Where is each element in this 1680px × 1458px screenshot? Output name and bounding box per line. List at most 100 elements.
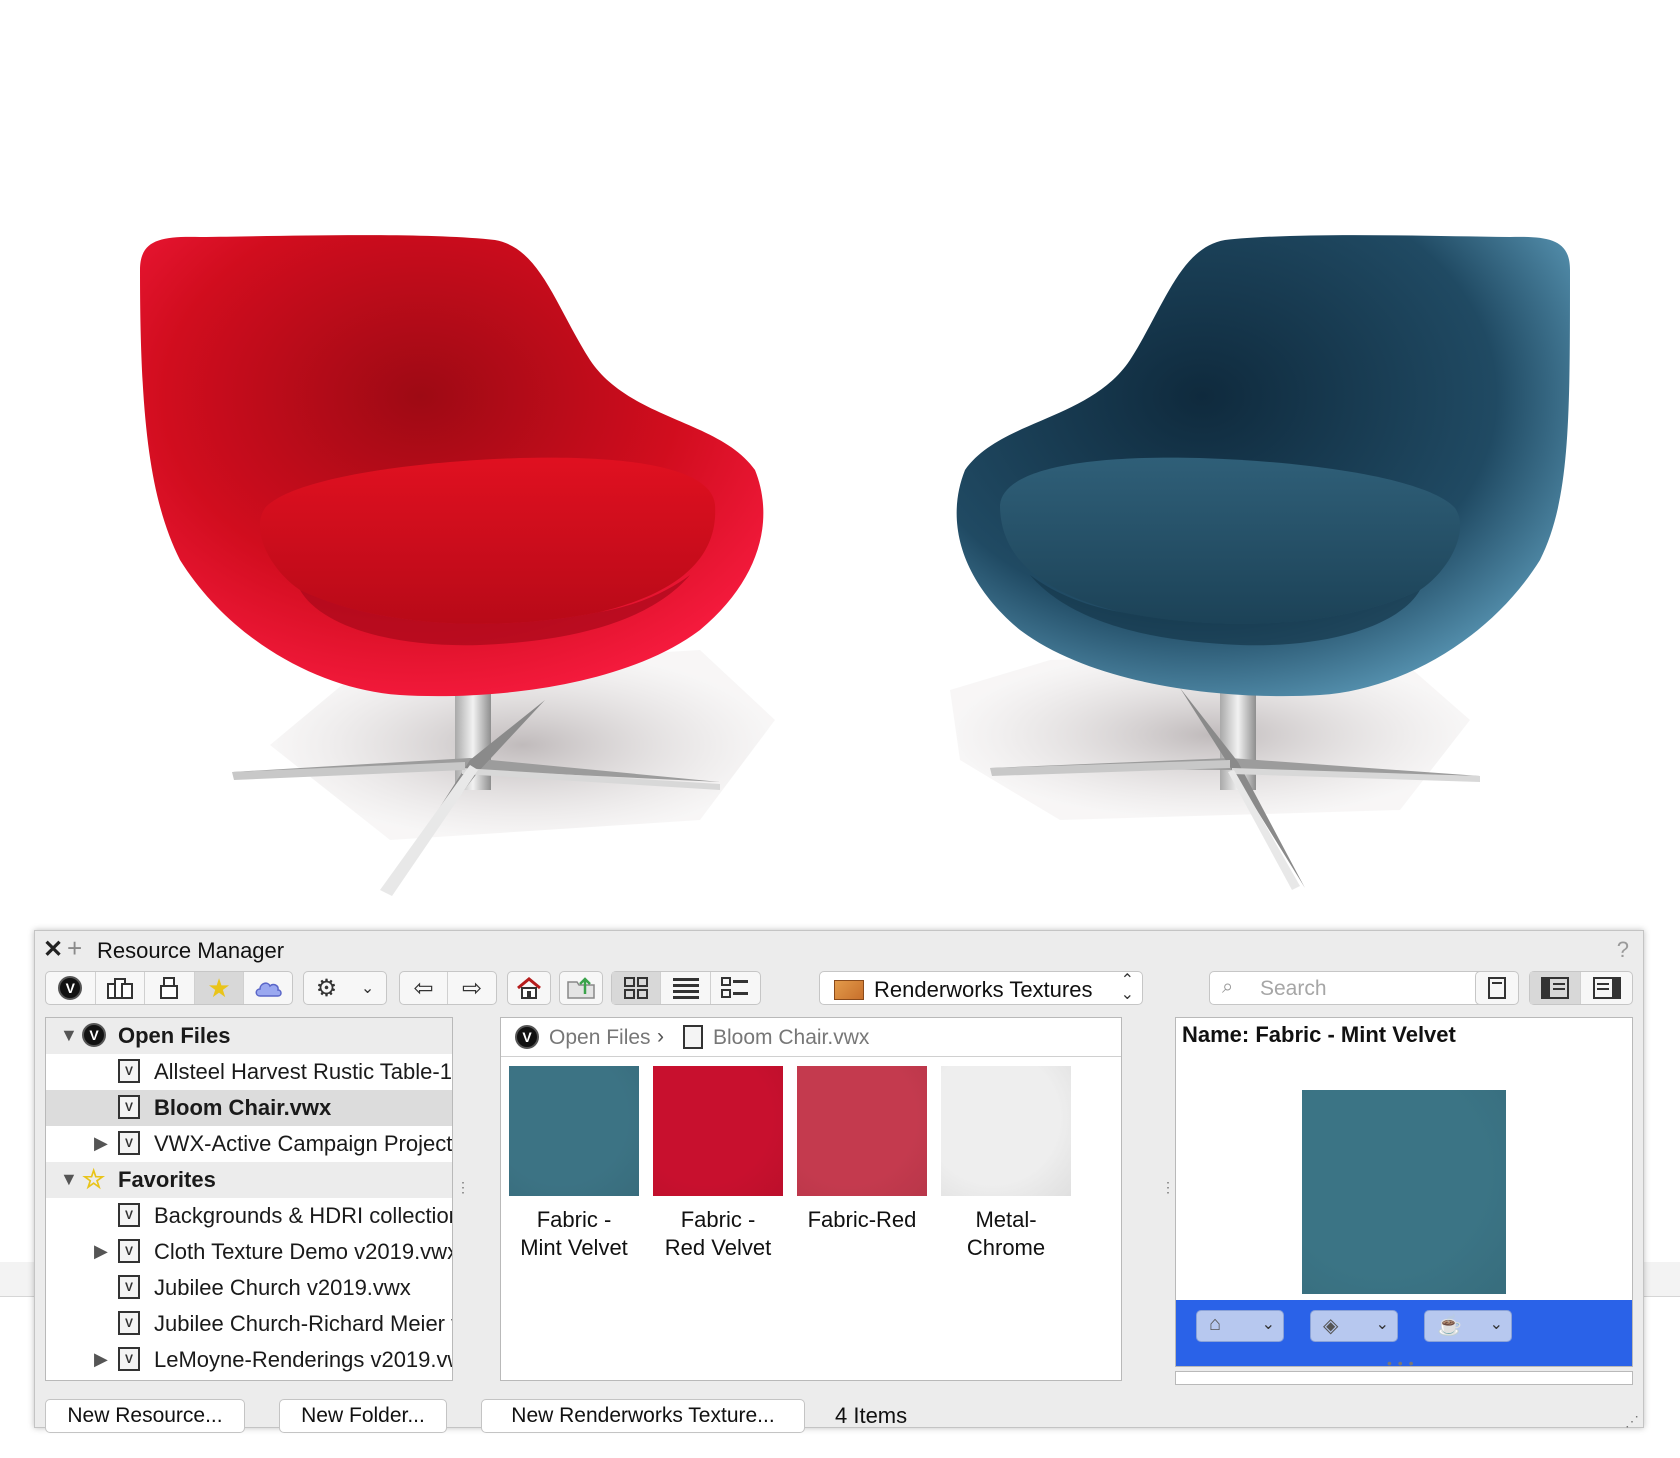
resource-type-label: Renderworks Textures bbox=[874, 977, 1093, 1002]
detail-view-button[interactable] bbox=[711, 972, 760, 1004]
library-selector: V ★ bbox=[45, 971, 293, 1005]
search-input[interactable] bbox=[1258, 976, 1482, 1002]
resize-handle-icon[interactable]: ⋰ bbox=[1625, 1413, 1640, 1430]
breadcrumb-root[interactable]: Open Files bbox=[549, 1026, 651, 1050]
tree-item[interactable]: V Allsteel Harvest Rustic Table-1.v bbox=[46, 1054, 452, 1090]
folder-import-icon bbox=[567, 977, 595, 999]
forward-button[interactable]: ⇨ bbox=[448, 972, 496, 1004]
favorites-icon: ★ bbox=[207, 972, 231, 1003]
tree-section-label: Open Files bbox=[118, 1023, 231, 1048]
vectorworks-logo-icon: V bbox=[58, 976, 83, 1000]
detail-list-icon bbox=[721, 977, 749, 998]
texture-thumbnail bbox=[653, 1066, 783, 1196]
resource-type-popup[interactable]: Renderworks Textures ⌃ ⌄ bbox=[819, 971, 1143, 1005]
preview-geometry-dropdown[interactable]: ⌂ ⌄ bbox=[1196, 1310, 1284, 1342]
vwx-file-icon: V bbox=[118, 1095, 140, 1119]
new-texture-button[interactable]: New Renderworks Texture... bbox=[481, 1399, 805, 1433]
preview-object-dropdown[interactable]: ☕ ⌄ bbox=[1424, 1310, 1512, 1342]
search-box[interactable]: ⌕ bbox=[1209, 971, 1491, 1005]
help-icon[interactable]: ? bbox=[1617, 937, 1629, 963]
add-pane-icon[interactable]: + bbox=[67, 933, 82, 964]
resource-name: Fabric - Red Velvet bbox=[664, 1207, 772, 1260]
preview-pane-icon bbox=[1592, 977, 1621, 999]
teapot-icon: ☕ bbox=[1437, 1315, 1462, 1337]
tree-item[interactable]: ▶ V VWX-Active Campaign Project- bbox=[46, 1126, 452, 1162]
tree-item-label: Bloom Chair.vwx bbox=[154, 1095, 332, 1120]
disclosure-collapsed-icon[interactable]: ▶ bbox=[94, 1349, 108, 1370]
chair-render-image bbox=[140, 235, 1570, 896]
resource-tile[interactable]: Fabric - Red Velvet bbox=[653, 1066, 783, 1262]
user-libraries-icon bbox=[106, 978, 133, 999]
tree-section-label: Favorites bbox=[118, 1167, 216, 1192]
single-pane-button[interactable] bbox=[1476, 972, 1518, 1004]
preview-lighting-dropdown[interactable]: ◈ ⌄ bbox=[1310, 1310, 1398, 1342]
back-button[interactable]: ⇦ bbox=[400, 972, 449, 1004]
tree-item[interactable]: V Backgrounds & HDRI collection bbox=[46, 1198, 452, 1234]
thumbnail-view-button[interactable] bbox=[612, 972, 662, 1004]
disclosure-collapsed-icon[interactable]: ▶ bbox=[94, 1241, 108, 1262]
new-resource-button[interactable]: New Resource... bbox=[45, 1399, 245, 1433]
texture-thumbnail bbox=[941, 1066, 1071, 1196]
tree-item[interactable]: V Jubilee Church v2019.vwx bbox=[46, 1270, 452, 1306]
tree-item-label: Jubilee Church v2019.vwx bbox=[154, 1275, 411, 1300]
splitter-handle-left[interactable]: ⋮ bbox=[456, 1179, 471, 1196]
preview-pane-toggle[interactable] bbox=[1581, 972, 1632, 1004]
resource-tile[interactable]: Fabric-Red bbox=[797, 1066, 927, 1234]
vwx-file-icon: V bbox=[118, 1239, 140, 1263]
navigation-buttons: ⇦ ⇨ bbox=[399, 971, 497, 1005]
preview-splitter-handle[interactable]: • • • bbox=[1387, 1355, 1414, 1371]
workgroup-libraries-button[interactable] bbox=[145, 972, 195, 1004]
breadcrumb-file[interactable]: Bloom Chair.vwx bbox=[713, 1026, 869, 1050]
chevron-down-icon: ⌄ bbox=[360, 980, 375, 997]
breadcrumb: V Open Files › Bloom Chair.vwx bbox=[501, 1018, 1121, 1057]
import-button[interactable] bbox=[559, 971, 603, 1005]
cloud-libraries-button[interactable] bbox=[244, 972, 292, 1004]
pane-layout-selector bbox=[1529, 971, 1633, 1005]
user-libraries-button[interactable] bbox=[96, 972, 146, 1004]
show-preview-button[interactable] bbox=[1475, 971, 1519, 1005]
disclosure-collapsed-icon[interactable]: ▶ bbox=[94, 1133, 108, 1154]
disclosure-expanded-icon[interactable]: ▼ bbox=[60, 1025, 78, 1046]
home-button-face[interactable] bbox=[508, 972, 550, 1004]
single-pane-icon bbox=[1488, 977, 1506, 999]
preview-pane: Name: Fabric - Mint Velvet ⌂ ⌄ ◈ ⌄ ☕ ⌄ bbox=[1175, 1017, 1633, 1367]
close-icon[interactable]: ✕ bbox=[43, 935, 63, 964]
cloud-icon bbox=[255, 982, 282, 997]
texture-preview-image bbox=[1302, 1090, 1506, 1294]
title-bar: ✕ + Resource Manager ? bbox=[35, 931, 1643, 967]
window-title: Resource Manager bbox=[97, 938, 285, 963]
tree-item-label: Backgrounds & HDRI collection bbox=[154, 1203, 453, 1228]
preview-name: Name: Fabric - Mint Velvet bbox=[1182, 1022, 1456, 1047]
splitter-handle-right[interactable]: ⋮ bbox=[1161, 1179, 1176, 1196]
tree-item[interactable]: V Jubilee Church-Richard Meier v bbox=[46, 1306, 452, 1342]
home-button[interactable] bbox=[507, 971, 551, 1005]
tree-item-selected[interactable]: V Bloom Chair.vwx bbox=[46, 1090, 452, 1126]
tree-pane-toggle[interactable] bbox=[1530, 972, 1582, 1004]
tree-item[interactable]: ▶ V LeMoyne-Renderings v2019.vw bbox=[46, 1342, 452, 1378]
updown-chevron-icon: ⌃ ⌄ bbox=[1120, 972, 1134, 1003]
resource-manager-window: ✕ + Resource Manager ? V ★ ⚙ ⌄ ⇦ ⇨ Rende… bbox=[34, 930, 1644, 1433]
favorites-libraries-button[interactable]: ★ bbox=[194, 972, 245, 1004]
vectorworks-libraries-button[interactable]: V bbox=[46, 972, 96, 1004]
gear-icon: ⚙ bbox=[315, 974, 338, 1002]
vwx-file-icon bbox=[683, 1025, 703, 1049]
view-mode-selector bbox=[611, 971, 761, 1005]
search-icon: ⌕ bbox=[1222, 976, 1234, 998]
tree-item-label: Allsteel Harvest Rustic Table-1.v bbox=[154, 1059, 453, 1084]
tree-item-label: Cloth Texture Demo v2019.vwx bbox=[154, 1239, 453, 1264]
resource-name: Fabric - Mint Velvet bbox=[520, 1207, 628, 1260]
tree-item[interactable]: ▶ V Cloth Texture Demo v2019.vwx bbox=[46, 1234, 452, 1270]
import-button-face[interactable] bbox=[560, 972, 602, 1004]
tree-section-open-files[interactable]: ▼ V Open Files bbox=[46, 1018, 452, 1054]
favorites-star-icon: ☆ bbox=[82, 1164, 106, 1194]
list-view-button[interactable] bbox=[661, 972, 711, 1004]
resource-actions-menu[interactable]: ⚙ ⌄ bbox=[303, 971, 387, 1005]
new-folder-button[interactable]: New Folder... bbox=[279, 1399, 447, 1433]
resource-tile[interactable]: Fabric - Mint Velvet bbox=[509, 1066, 639, 1262]
resource-tile[interactable]: Metal- Chrome bbox=[941, 1066, 1071, 1262]
disclosure-expanded-icon[interactable]: ▼ bbox=[60, 1169, 78, 1190]
bottom-bar: New Resource... New Folder... New Render… bbox=[35, 1399, 1643, 1433]
gear-dropdown[interactable]: ⚙ ⌄ bbox=[304, 972, 386, 1004]
tree-section-favorites[interactable]: ▼ ☆ Favorites bbox=[46, 1162, 452, 1198]
grid-view-icon bbox=[624, 977, 649, 999]
